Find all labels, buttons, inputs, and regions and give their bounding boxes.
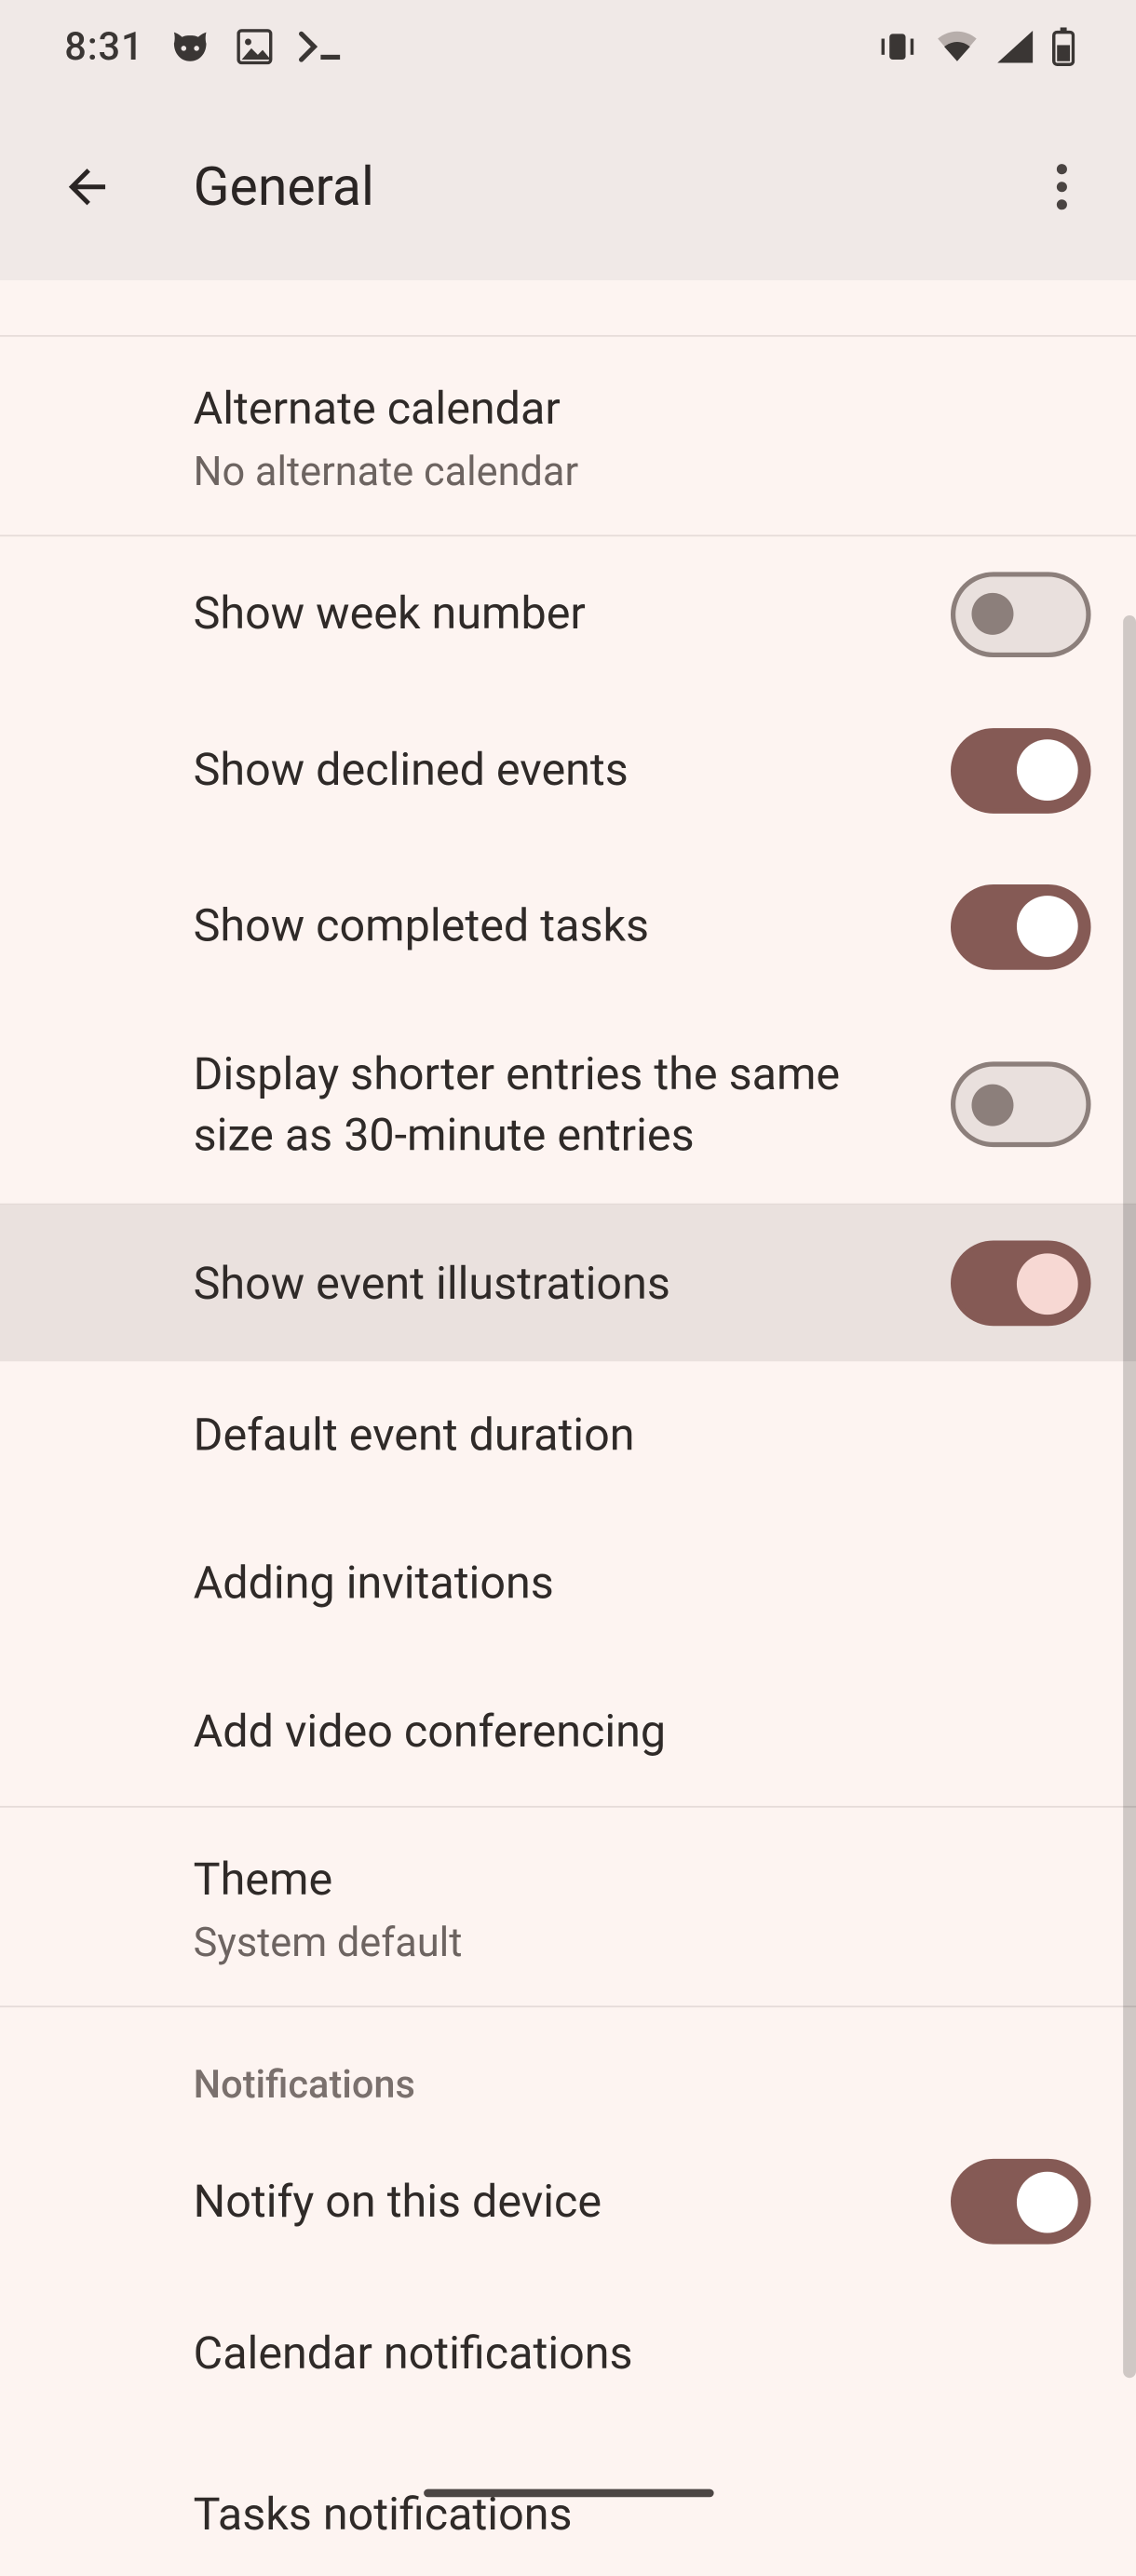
row-subtext: System default	[194, 1921, 1059, 1967]
scroll-indicator	[1123, 615, 1136, 2378]
arrow-back-icon	[60, 159, 115, 214]
vibrate-icon	[878, 31, 917, 63]
add-video-conferencing-row[interactable]: Add video conferencing	[0, 1658, 1136, 1806]
row-label: Calendar notifications	[194, 2324, 1059, 2384]
show-declined-events-row[interactable]: Show declined events	[0, 693, 1136, 849]
alternate-calendar-row[interactable]: Alternate calendar No alternate calendar	[0, 337, 1136, 534]
row-label: Notify on this device	[194, 2171, 919, 2232]
row-label: Default event duration	[194, 1406, 1059, 1466]
notify-on-this-device-row[interactable]: Notify on this device	[0, 2124, 1136, 2280]
default-event-duration-row[interactable]: Default event duration	[0, 1362, 1136, 1510]
row-label: Add video conferencing	[194, 1702, 1059, 1762]
cat-face-icon	[169, 29, 211, 64]
display-shorter-entries-switch[interactable]	[951, 1062, 1091, 1148]
display-shorter-entries-row[interactable]: Display shorter entries the same size as…	[0, 1005, 1136, 1204]
row-label: Adding invitations	[194, 1554, 1059, 1614]
cell-signal-icon	[997, 31, 1033, 63]
row-label: Show completed tasks	[194, 897, 919, 957]
show-event-illustrations-row[interactable]: Show event illustrations	[0, 1206, 1136, 1362]
page-title: General	[194, 155, 1023, 218]
status-right	[878, 27, 1075, 66]
show-completed-tasks-switch[interactable]	[951, 884, 1091, 970]
row-label: Show declined events	[194, 740, 919, 801]
calendar-notifications-row[interactable]: Calendar notifications	[0, 2280, 1136, 2428]
wifi-icon	[936, 31, 978, 63]
row-subtext: No alternate calendar	[194, 449, 1059, 495]
row-label: Display shorter entries the same size as…	[194, 1044, 919, 1166]
notify-on-this-device-switch[interactable]	[951, 2159, 1091, 2245]
more-vert-icon	[1055, 163, 1068, 211]
app-bar: General	[0, 93, 1136, 280]
status-clock: 8:31	[64, 24, 143, 69]
section-header-notifications: Notifications	[0, 2008, 1136, 2124]
row-label: Show week number	[194, 584, 919, 644]
settings-list[interactable]: Alternate calendar No alternate calendar…	[0, 280, 1136, 2576]
row-label: Show event illustrations	[194, 1253, 919, 1314]
adding-invitations-row[interactable]: Adding invitations	[0, 1510, 1136, 1658]
battery-icon	[1052, 27, 1075, 66]
terminal-prompt-icon	[299, 31, 344, 63]
image-icon	[237, 29, 273, 64]
status-left: 8:31	[64, 24, 344, 69]
show-declined-events-switch[interactable]	[951, 728, 1091, 814]
home-indicator[interactable]	[423, 2489, 712, 2498]
status-bar: 8:31	[0, 0, 1136, 93]
back-button[interactable]	[48, 148, 126, 225]
row-label: Theme	[194, 1850, 1059, 1910]
overflow-menu-button[interactable]	[1023, 148, 1101, 225]
show-event-illustrations-switch[interactable]	[951, 1241, 1091, 1327]
tasks-notifications-row[interactable]: Tasks notifications	[0, 2428, 1136, 2576]
row-label: Alternate calendar	[194, 379, 1059, 439]
theme-row[interactable]: Theme System default	[0, 1808, 1136, 2005]
show-week-number-row[interactable]: Show week number	[0, 536, 1136, 693]
show-week-number-switch[interactable]	[951, 572, 1091, 657]
show-completed-tasks-row[interactable]: Show completed tasks	[0, 849, 1136, 1005]
